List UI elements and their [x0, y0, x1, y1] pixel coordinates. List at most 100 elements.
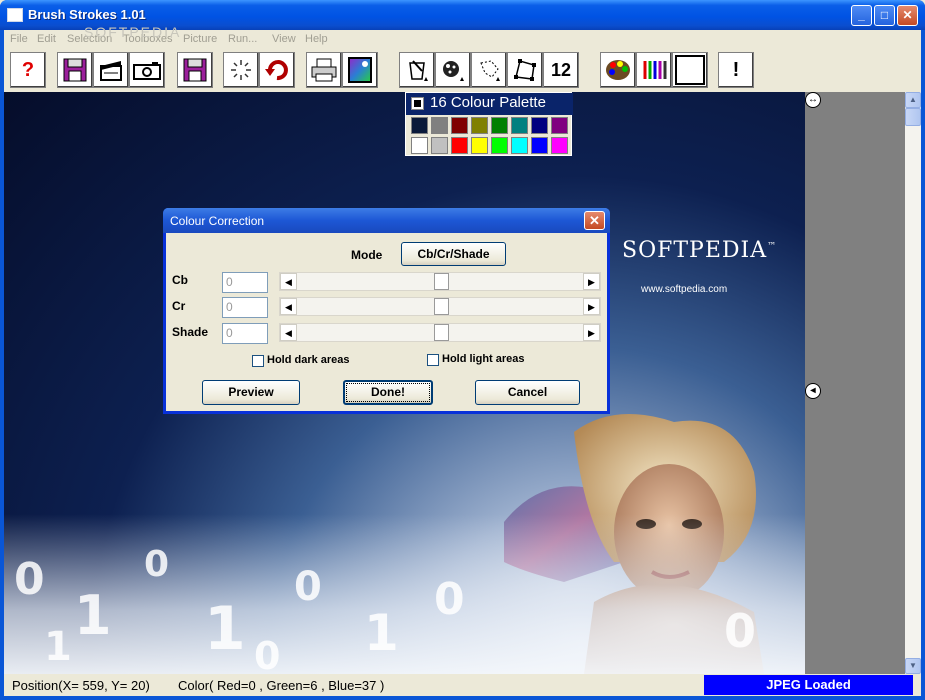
brush-size-button[interactable]: 12 [543, 52, 579, 88]
undo-arrow-icon [265, 60, 288, 81]
shade-label: Shade [172, 325, 209, 339]
cb-slider-thumb[interactable] [433, 273, 449, 290]
shade-slider-thumb[interactable] [433, 324, 449, 341]
minimize-button[interactable]: _ [851, 5, 872, 26]
mode-button[interactable]: Cb/Cr/Shade [401, 242, 506, 266]
palette-title: 16 Colour Palette [430, 94, 546, 111]
cr-label: Cr [172, 299, 186, 313]
dialog-title-bar[interactable]: Colour Correction ✕ [163, 208, 610, 233]
print-button[interactable] [306, 52, 342, 88]
save-as-button[interactable] [177, 52, 213, 88]
resize-handle-middle[interactable]: ◂ [805, 383, 821, 399]
palette-swatch[interactable] [431, 137, 448, 154]
palette-swatch[interactable] [511, 137, 528, 154]
cb-slider-left-arrow[interactable]: ◀ [280, 273, 297, 290]
cr-slider-thumb[interactable] [433, 298, 449, 315]
close-button[interactable]: ✕ [897, 5, 918, 26]
cb-slider[interactable]: ◀ ▶ [279, 272, 601, 291]
status-message: JPEG Loaded [704, 675, 913, 695]
palette-swatch[interactable] [471, 117, 488, 134]
lasso-tool-button[interactable] [471, 52, 507, 88]
printer-icon [311, 58, 337, 82]
sparkle-button[interactable] [223, 52, 259, 88]
cb-slider-right-arrow[interactable]: ▶ [583, 273, 600, 290]
picture-icon [348, 57, 372, 83]
preview-button[interactable]: Preview [202, 380, 300, 405]
alert-button[interactable]: ! [718, 52, 754, 88]
app-window: Brush Strokes 1.01 _ □ ✕ File Edit Selec… [0, 0, 925, 700]
shade-slider-left-arrow[interactable]: ◀ [280, 324, 297, 341]
palette-swatch[interactable] [531, 117, 548, 134]
cr-slider-left-arrow[interactable]: ◀ [280, 298, 297, 315]
status-bar: Position(X= 559, Y= 20) Color( Red=0 , G… [4, 674, 921, 696]
sparkle-icon [231, 60, 251, 80]
menu-picture[interactable]: Picture [183, 33, 217, 45]
canvas-url: www.softpedia.com [641, 284, 728, 295]
resize-handle-top[interactable]: ↔ [805, 92, 821, 108]
camera-icon [133, 62, 161, 80]
menu-run[interactable]: Run... [228, 33, 257, 45]
hold-light-checkbox[interactable] [427, 354, 439, 366]
palette-swatch[interactable] [431, 117, 448, 134]
palette-swatch[interactable] [451, 137, 468, 154]
scroll-down-arrow[interactable]: ▼ [905, 658, 921, 674]
cr-slider[interactable]: ◀ ▶ [279, 297, 601, 316]
exclamation-icon: ! [732, 59, 740, 81]
scroll-up-arrow[interactable]: ▲ [905, 92, 921, 108]
binary-digits-overlay: 0 1 0 1 0 1 0 1 0 0 [4, 514, 805, 674]
spray-tool-button[interactable] [435, 52, 471, 88]
scroll-thumb[interactable] [905, 108, 921, 126]
palette-swatch[interactable] [551, 137, 568, 154]
floppy-icon [183, 58, 207, 82]
menu-view[interactable]: View [272, 33, 296, 45]
camera-button[interactable] [129, 52, 165, 88]
cancel-button[interactable]: Cancel [475, 380, 580, 405]
hold-dark-checkbox[interactable] [252, 355, 264, 367]
palette-swatch[interactable] [411, 117, 428, 134]
dialog-close-button[interactable]: ✕ [584, 211, 605, 230]
colour-swatch-button[interactable] [672, 52, 708, 88]
palette-swatch[interactable] [491, 137, 508, 154]
artist-palette-icon [606, 60, 630, 80]
save-button[interactable] [57, 52, 93, 88]
palette-title-bar[interactable]: 16 Colour Palette [406, 93, 573, 115]
menu-help[interactable]: Help [305, 33, 328, 45]
palette-button[interactable] [600, 52, 636, 88]
menu-edit[interactable]: Edit [37, 33, 56, 45]
cr-field[interactable]: 0 [222, 297, 268, 318]
palette-swatch[interactable] [471, 137, 488, 154]
shade-slider[interactable]: ◀ ▶ [279, 323, 601, 342]
app-icon [7, 8, 23, 22]
vertical-scrollbar[interactable]: ▲ ▼ [905, 92, 921, 674]
clapboard-icon [100, 61, 122, 81]
help-button[interactable]: ? [10, 52, 46, 88]
spray-icon [443, 61, 464, 81]
film-button[interactable] [93, 52, 129, 88]
maximize-button[interactable]: □ [874, 5, 895, 26]
menu-bar: File Edit Selection Toolboxes Picture Ru… [4, 24, 921, 48]
shade-field[interactable]: 0 [222, 323, 268, 344]
floppy-icon [63, 58, 87, 82]
palette-swatch[interactable] [451, 117, 468, 134]
dialog-title: Colour Correction [170, 214, 265, 228]
cb-label: Cb [172, 273, 188, 287]
menu-file[interactable]: File [10, 33, 28, 45]
paint-tool-button[interactable] [399, 52, 435, 88]
picture-button[interactable] [342, 52, 378, 88]
undo-button[interactable] [259, 52, 295, 88]
cb-field[interactable]: 0 [222, 272, 268, 293]
shade-slider-right-arrow[interactable]: ▶ [583, 324, 600, 341]
pencils-button[interactable] [636, 52, 672, 88]
palette-swatch[interactable] [551, 117, 568, 134]
swatch-icon [675, 55, 705, 85]
palette-swatch[interactable] [491, 117, 508, 134]
cr-slider-right-arrow[interactable]: ▶ [583, 298, 600, 315]
done-button[interactable]: Done! [343, 380, 433, 405]
palette-swatch[interactable] [531, 137, 548, 154]
palette-swatch[interactable] [511, 117, 528, 134]
side-panel [805, 92, 905, 674]
shape-tool-button[interactable] [507, 52, 543, 88]
palette-window-icon[interactable] [411, 97, 424, 110]
palette-swatch[interactable] [411, 137, 428, 154]
brush-size-icon: 12 [550, 60, 572, 80]
